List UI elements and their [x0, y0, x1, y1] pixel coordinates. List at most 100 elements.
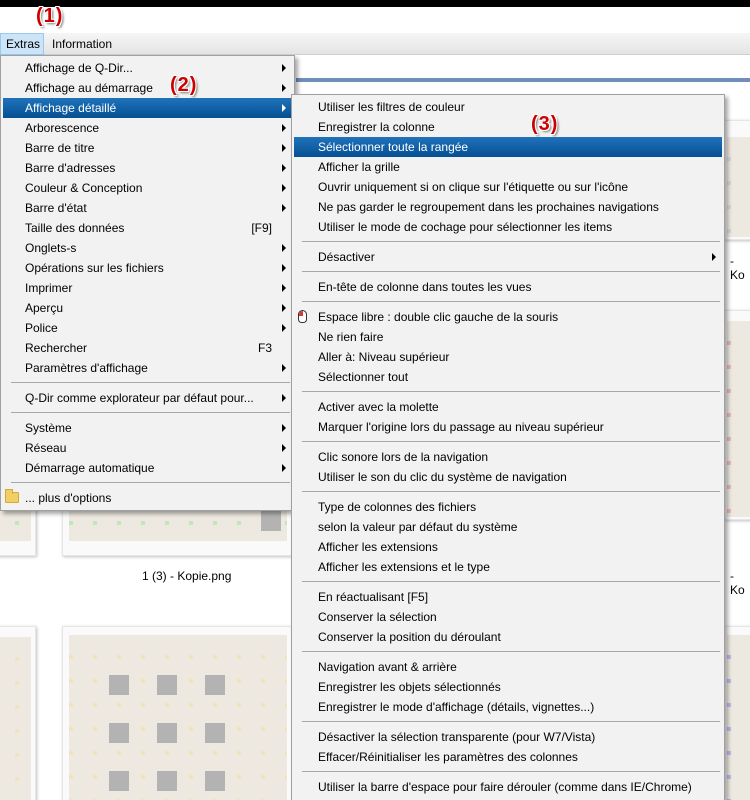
menu-item-filtres-couleur[interactable]: Utiliser les filtres de couleur [294, 97, 722, 117]
menu-extras[interactable]: Extras [0, 33, 44, 55]
menu-item-ouvrir-etiquette[interactable]: Ouvrir uniquement si on clique sur l'éti… [294, 177, 722, 197]
thumbnail-5[interactable] [724, 120, 750, 240]
menu-item-affichage-qdir[interactable]: Affichage de Q-Dir... [3, 58, 292, 78]
submenu-arrow-icon [282, 164, 286, 172]
menu-item-son-clic[interactable]: Utiliser le son du clic du système de na… [294, 467, 722, 487]
menu-item-qdir-defaut[interactable]: Q-Dir comme explorateur par défaut pour.… [3, 388, 292, 408]
menu-item-reinitialiser-colonnes[interactable]: Effacer/Réinitialiser les paramètres des… [294, 747, 722, 767]
menu-item-imprimer[interactable]: Imprimer [3, 278, 292, 298]
menu-item-affichage-detaille[interactable]: Affichage détaillé [3, 98, 292, 118]
menu-item-navigation-avant-arriere[interactable]: Navigation avant & arrière [294, 657, 722, 677]
menu-item-mode-cochage[interactable]: Utiliser le mode de cochage pour sélecti… [294, 217, 722, 237]
menu-item-label: Afficher la grille [318, 160, 400, 174]
thumbnail-4[interactable] [62, 626, 294, 800]
menu-item-conserver-deroulant[interactable]: Conserver la position du déroulant [294, 627, 722, 647]
submenu-arrow-icon [282, 64, 286, 72]
thumbnail-cell [157, 675, 177, 695]
submenu-arrow-icon [712, 253, 716, 261]
menu-item-barre-etat[interactable]: Barre d'état [3, 198, 292, 218]
menu-item-barre-titre[interactable]: Barre de titre [3, 138, 292, 158]
menu-item-taille-donnees[interactable]: Taille des données [F9] [3, 218, 292, 238]
menu-item-label: Effacer/Réinitialiser les paramètres des… [318, 750, 578, 764]
menu-separator [302, 771, 720, 772]
menu-item-ne-rien-faire[interactable]: Ne rien faire [294, 327, 722, 347]
menu-item-regroupement[interactable]: Ne pas garder le regroupement dans les p… [294, 197, 722, 217]
menu-item-enregistrer-mode[interactable]: Enregistrer le mode d'affichage (détails… [294, 697, 722, 717]
menu-item-systeme[interactable]: Système [3, 418, 292, 438]
menu-item-enregistrer-objets[interactable]: Enregistrer les objets sélectionnés [294, 677, 722, 697]
thumbnail-3[interactable] [0, 626, 36, 800]
menu-item-label: Espace libre : double clic gauche de la … [318, 310, 559, 324]
menu-item-molette[interactable]: Activer avec la molette [294, 397, 722, 417]
thumbnail-image [727, 635, 750, 800]
menu-item-label: selon la valeur par défaut du système [318, 520, 518, 534]
menu-separator [302, 271, 720, 272]
menu-item-extensions-type[interactable]: Afficher les extensions et le type [294, 557, 722, 577]
menu-item-selection-transparente[interactable]: Désactiver la sélection transparente (po… [294, 727, 722, 747]
menu-item-label: Utiliser le son du clic du système de na… [318, 470, 567, 484]
menu-item-apercu[interactable]: Aperçu [3, 298, 292, 318]
submenu-arrow-icon [282, 204, 286, 212]
menu-item-operations-fichiers[interactable]: Opérations sur les fichiers [3, 258, 292, 278]
menu-item-rechercher[interactable]: Rechercher F3 [3, 338, 292, 358]
menu-item-couleur-conception[interactable]: Couleur & Conception [3, 178, 292, 198]
menu-item-label: Afficher les extensions [318, 540, 438, 554]
menu-item-plus-options[interactable]: ... plus d'options [3, 488, 292, 508]
menu-item-label: Clic sonore lors de la navigation [318, 450, 489, 464]
menu-item-label: Affichage au démarrage [25, 81, 153, 95]
menu-item-marquer-origine[interactable]: Marquer l'origine lors du passage au niv… [294, 417, 722, 437]
menu-item-niveau-superieur[interactable]: Aller à: Niveau supérieur [294, 347, 722, 367]
step-2-annotation: (2) [170, 74, 198, 96]
menu-item-parametres-affichage[interactable]: Paramètres d'affichage [3, 358, 292, 378]
menu-separator [302, 651, 720, 652]
menu-item-label: Système [25, 421, 72, 435]
step-3-annotation: (3) [531, 113, 559, 135]
menu-item-label: Sélectionner tout [318, 370, 409, 384]
thumbnail-cell [205, 675, 225, 695]
menu-item-label: Navigation avant & arrière [318, 660, 457, 674]
submenu-arrow-icon [282, 244, 286, 252]
submenu-arrow-icon [282, 394, 286, 402]
menu-item-barre-adresses[interactable]: Barre d'adresses [3, 158, 292, 178]
menu-item-enregistrer-colonne[interactable]: Enregistrer la colonne [294, 117, 722, 137]
menu-item-reactualisant[interactable]: En réactualisant [F5] [294, 587, 722, 607]
thumbnail-6[interactable] [724, 310, 750, 520]
menu-item-label: Utiliser le mode de cochage pour sélecti… [318, 220, 613, 234]
menu-item-reseau[interactable]: Réseau [3, 438, 292, 458]
menu-item-onglets[interactable]: Onglets-s [3, 238, 292, 258]
thumbnail-caption: 1 (3) - Kopie.png [142, 569, 232, 583]
menu-item-espace-libre[interactable]: Espace libre : double clic gauche de la … [294, 307, 722, 327]
thumbnail-cell [157, 771, 177, 791]
menu-item-selectionner-tout[interactable]: Sélectionner tout [294, 367, 722, 387]
menu-item-label: Afficher les extensions et le type [318, 560, 490, 574]
submenu-arrow-icon [282, 444, 286, 452]
menu-information[interactable]: Information [47, 33, 117, 55]
menu-item-label: Type de colonnes des fichiers [318, 500, 477, 514]
menu-item-police[interactable]: Police [3, 318, 292, 338]
menu-item-label: Q-Dir comme explorateur par défaut pour.… [25, 391, 254, 405]
menu-item-afficher-grille[interactable]: Afficher la grille [294, 157, 722, 177]
submenu-arrow-icon [282, 364, 286, 372]
menu-item-conserver-selection[interactable]: Conserver la sélection [294, 607, 722, 627]
menu-item-label: ... plus d'options [25, 491, 112, 505]
thumbnail-caption: - Ko [730, 254, 745, 282]
menu-item-label: Activer avec la molette [318, 400, 439, 414]
menu-item-valeur-defaut[interactable]: selon la valeur par défaut du système [294, 517, 722, 537]
menu-separator [11, 482, 290, 483]
menu-item-demarrage-auto[interactable]: Démarrage automatique [3, 458, 292, 478]
menu-item-selectionner-rangee[interactable]: Sélectionner toute la rangée [294, 137, 722, 157]
menu-item-label: Ne rien faire [318, 330, 384, 344]
menu-item-label: Conserver la sélection [318, 610, 437, 624]
menu-item-entete-colonne[interactable]: En-tête de colonne dans toutes les vues [294, 277, 722, 297]
menu-item-arborescence[interactable]: Arborescence [3, 118, 292, 138]
thumbnail-image [69, 635, 287, 800]
menu-item-afficher-extensions[interactable]: Afficher les extensions [294, 537, 722, 557]
menu-item-barre-espace[interactable]: Utiliser la barre d'espace pour faire dé… [294, 777, 722, 797]
menu-item-desactiver[interactable]: Désactiver [294, 247, 722, 267]
thumbnail-7[interactable] [724, 626, 750, 800]
menu-item-type-colonnes[interactable]: Type de colonnes des fichiers [294, 497, 722, 517]
submenu-arrow-icon [282, 184, 286, 192]
menu-separator [302, 491, 720, 492]
menu-item-clic-sonore[interactable]: Clic sonore lors de la navigation [294, 447, 722, 467]
menu-item-affichage-demarrage[interactable]: Affichage au démarrage [3, 78, 292, 98]
